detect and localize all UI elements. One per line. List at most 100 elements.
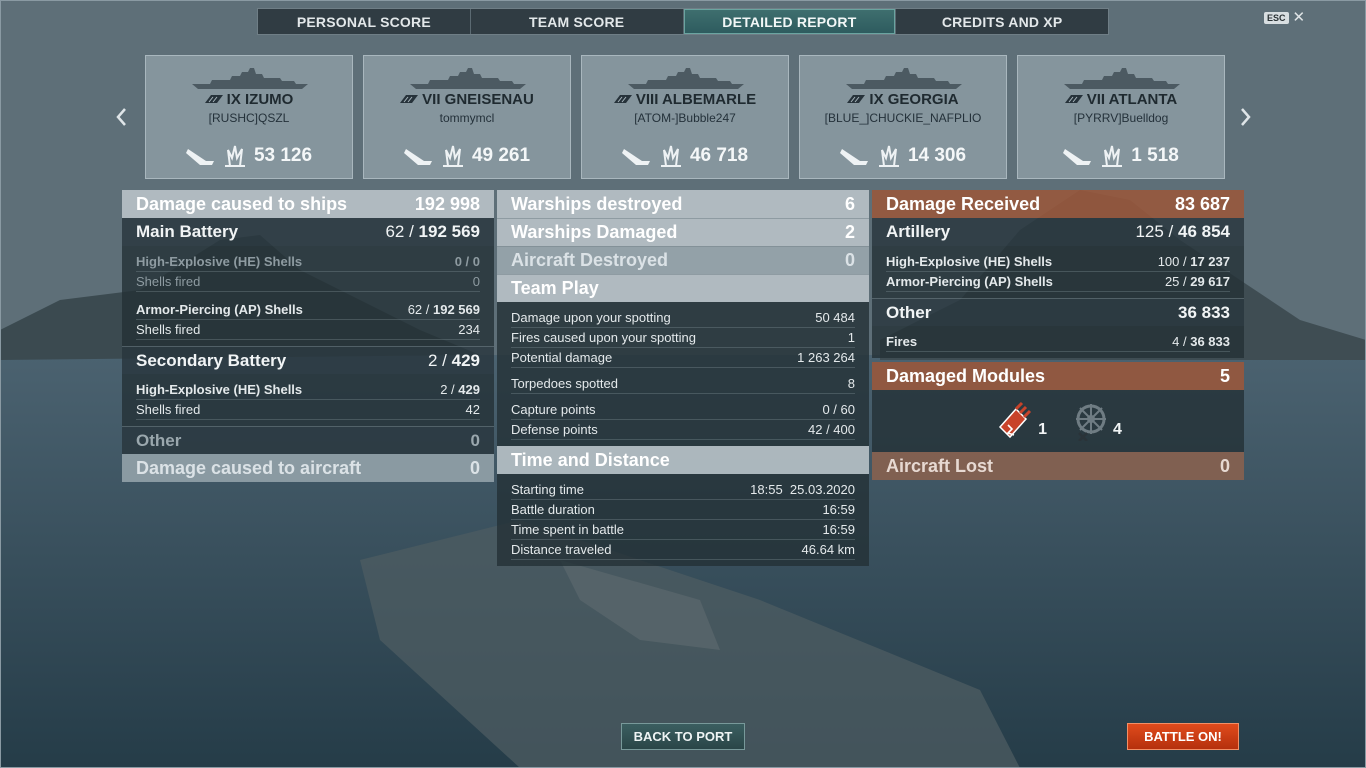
explosion-icon [1102,145,1123,167]
damage-aircraft-header: Damage caused to aircraft 0 [122,454,494,482]
ship-card[interactable]: VII GNEISENAU tommymcl 49 261 [363,55,571,179]
ship-card[interactable]: VII ATLANTA [PYRRV]Buelldog 1 518 [1017,55,1225,179]
warships-damaged-header: Warships Damaged 2 [497,218,869,246]
explosion-icon [660,145,681,167]
other-value: 0 [470,430,480,450]
damaged-modules-header: Damaged Modules 5 [872,362,1244,390]
damage-value: 14 306 [907,145,967,166]
row-value: 50 484 [815,310,855,325]
esc-close-button[interactable]: ESC ✕ [1264,10,1305,25]
battleship-class-icon [400,95,419,103]
damage-aircraft-value: 0 [469,457,480,478]
team-play-header: Team Play [497,274,869,302]
damage-received-panel: Damage Received 83 687 Artillery 125 / 4… [872,190,1244,480]
fires-row: Fires 4 / 36 833 [886,332,1230,352]
modules-icons: 1 4 [872,390,1244,452]
steering-count: 4 [1113,421,1122,438]
back-to-port-button[interactable]: BACK TO PORT [621,723,745,750]
tab-personal-score[interactable]: PERSONAL SCORE [258,9,471,34]
damage-dealt-panel: Damage caused to ships 192 998 Main Batt… [122,190,494,482]
chevron-left-icon [116,108,126,126]
time-distance-body: Starting time 18:55 25.03.2020 Battle dur… [497,474,869,566]
secondary-value: 2 / 429 [427,350,480,370]
steering-gear-icon [1076,404,1106,441]
art-ap-row: Armor-Piercing (AP) Shells 25 / 29 617 [886,272,1230,292]
damage-ships-label: Damage caused to ships [136,193,348,214]
secondary-body: High-Explosive (HE) Shells 2 / 429 Shells… [122,374,494,426]
steering-module: 4 [1069,401,1122,441]
ship-card[interactable]: IX GEORGIA [BLUE_]CHUCKIE_NAFPLIO 14 306 [799,55,1007,179]
damage-value: 53 126 [253,145,313,166]
other-received-value: 36 833 [1178,302,1230,322]
row-value: 42 / 400 [808,422,855,437]
tab-team-score[interactable]: TEAM SCORE [471,9,684,34]
row-damage: 36 833 [1190,334,1230,349]
destroyed-value: 6 [844,193,855,214]
time-row: Starting time 18:55 25.03.2020 [511,480,855,500]
player-name: [RUSHC]QSZL [208,111,290,125]
row-value: 18:55 25.03.2020 [750,482,855,497]
sunk-ship-icon [403,149,432,165]
sec-he-row: High-Explosive (HE) Shells 2 / 429 [136,380,480,400]
ship-name: IX IZUMO [146,91,352,108]
row-label: Fires caused upon your spotting [511,330,696,345]
damaged-label: Warships Damaged [511,222,678,242]
tp-row: Damage upon your spotting 50 484 [511,308,855,328]
ship-cards: IX IZUMO [RUSHC]QSZL 53 126 VII GNEISENA… [145,55,1225,179]
battleship-silhouette-icon [1064,68,1180,89]
ship-card[interactable]: IX IZUMO [RUSHC]QSZL 53 126 [145,55,353,179]
aircraft-destroyed-header: Aircraft Destroyed 0 [497,246,869,274]
team-play-label: Team Play [511,278,599,298]
row-value: 100 / 17 237 [1158,254,1230,269]
modules-value: 5 [1219,365,1230,386]
row-label: Distance traveled [511,542,612,557]
row-label: High-Explosive (HE) Shells [136,382,303,397]
row-label: Shells fired [136,322,201,337]
other-received-label: Other [886,302,932,322]
row-hits: 62 / [407,302,433,317]
ship-card[interactable]: VIII ALBEMARLE [ATOM-]Bubble247 46 718 [581,55,789,179]
time-row: Time spent in battle 16:59 [511,520,855,540]
row-label: Fires [886,334,918,349]
row-damage: 429 [458,382,480,397]
secondary-label: Secondary Battery [136,350,287,370]
battle-on-button[interactable]: BATTLE ON! [1127,723,1239,750]
damage-ships-header: Damage caused to ships 192 998 [122,190,494,218]
aircraft-lost-label: Aircraft Lost [886,455,994,476]
main-battery-header: Main Battery 62 / 192 569 [122,218,494,246]
row-value: 0 [472,274,480,289]
time-distance-label: Time and Distance [511,449,670,470]
tp-row: Torpedoes spotted 8 [511,374,855,394]
row-label: High-Explosive (HE) Shells [136,254,303,269]
damage-received-header: Damage Received 83 687 [872,190,1244,218]
team-play-body: Damage upon your spotting 50 484 Fires ca… [497,302,869,446]
artillery-damage: 46 854 [1178,222,1230,241]
tp-row: Potential damage 1 263 264 [511,348,855,368]
row-label: Potential damage [511,350,613,365]
battleship-silhouette-icon [410,68,526,89]
row-value: 8 [847,376,855,391]
row-label: Starting time [511,482,584,497]
tab-credits-xp[interactable]: CREDITS AND XP [896,9,1108,34]
tp-row: Capture points 0 / 60 [511,400,855,420]
engine-damage-icon [999,401,1032,439]
player-name: [PYRRV]Buelldog [1073,111,1169,125]
row-hits: 4 / [1172,334,1191,349]
prev-ship-arrow[interactable] [113,106,129,128]
card-score: 49 261 [364,144,570,168]
tab-detailed-report[interactable]: DETAILED REPORT [683,9,897,34]
row-damage: 29 617 [1190,274,1230,289]
next-ship-arrow[interactable] [1238,106,1254,128]
damage-aircraft-label: Damage caused to aircraft [136,457,362,478]
row-hits: 25 / [1164,274,1191,289]
main-battery-value: 62 / 192 569 [385,222,480,241]
row-hits: 100 / [1157,254,1191,269]
secondary-damage: 429 [451,350,480,370]
battleship-class-icon [613,95,632,103]
artillery-value: 125 / 46 854 [1135,222,1230,241]
row-label: Armor-Piercing (AP) Shells [136,302,303,317]
destroyed-label: Warships destroyed [511,193,683,214]
artillery-label: Artillery [886,222,951,241]
ship-name: IX GEORGIA [800,91,1006,108]
row-value: 42 [465,402,480,417]
